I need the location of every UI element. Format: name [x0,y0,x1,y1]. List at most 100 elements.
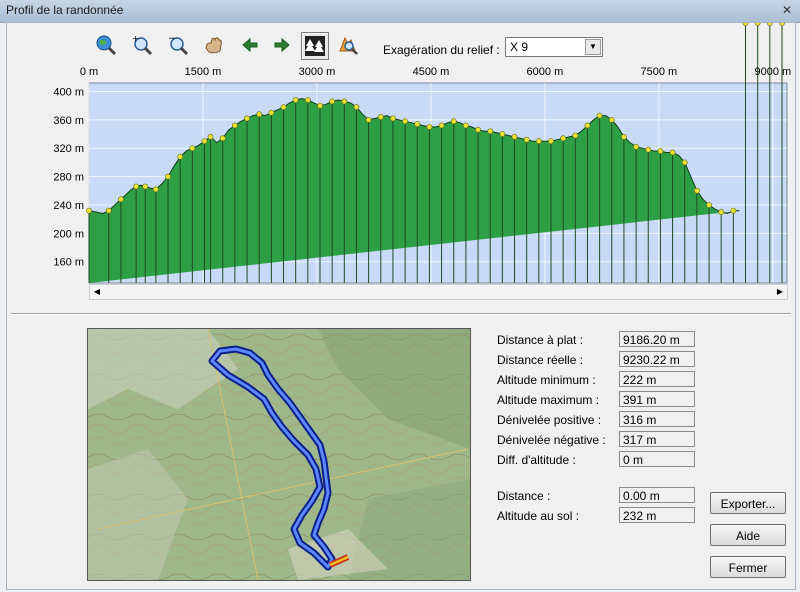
waypoint-marker [718,209,725,215]
waypoint-marker [365,116,372,123]
waypoint-marker [317,102,323,109]
stat-value: 391 m [619,391,695,407]
waypoint-marker [438,122,445,129]
stat-label: Distance réelle : [497,353,584,367]
waypoint-marker [219,135,226,142]
stat-value: 0 m [619,451,695,467]
waypoint-marker [377,114,384,120]
waypoint-marker [584,122,591,129]
waypoint-marker [165,173,171,180]
y-tick-label: 320 m [53,143,84,155]
waypoint-marker [523,136,530,143]
waypoint-marker [633,143,639,150]
y-tick-label: 240 m [53,200,84,212]
waypoint-marker [475,126,481,133]
waypoint-marker [511,134,518,140]
cursor-label: Altitude au sol : [497,509,580,523]
waypoint-marker [499,131,506,137]
cursor-label: Distance : [497,489,551,503]
waypoint-marker [548,138,554,145]
title-bar: Profil de la randonnée ✕ [0,0,800,23]
cursor-value: 232 m [619,507,695,523]
close-button[interactable]: Fermer [710,556,786,578]
waypoint-marker [402,118,408,125]
waypoint-marker [572,132,579,139]
stat-value: 9186.20 m [619,331,695,347]
track-map[interactable] [87,328,471,581]
waypoint-marker [645,146,652,153]
waypoint-marker [280,104,287,111]
y-tick-label: 280 m [53,172,84,184]
waypoint-marker [462,122,469,129]
x-tick-label: 0 m [80,66,98,78]
waypoint-marker [268,109,275,116]
waypoint-marker [177,153,184,160]
close-icon[interactable]: ✕ [780,3,794,17]
waypoint-marker [189,145,196,152]
stat-label: Diff. d'altitude : [497,453,576,467]
waypoint-marker [766,23,773,26]
scroll-right-icon[interactable]: ▶ [773,285,787,299]
window-title: Profil de la randonnée [6,3,124,17]
waypoint-marker [621,134,627,140]
waypoint-marker [487,128,494,135]
waypoint-marker [292,97,299,103]
waypoint-marker [608,116,615,123]
waypoint-marker [231,122,238,129]
scroll-left-icon[interactable]: ◀ [90,285,104,299]
stat-value: 317 m [619,431,695,447]
waypoint-marker [256,111,263,118]
waypoint-marker [133,183,140,190]
stat-label: Altitude maximum : [497,393,600,407]
waypoint-marker [754,23,761,26]
x-tick-label: 1500 m [185,66,222,78]
waypoint-marker [142,183,149,190]
waypoint-marker [596,112,603,119]
y-tick-label: 360 m [53,115,84,127]
waypoint-marker [742,23,749,26]
waypoint-marker [693,187,700,194]
profile-scrollbar[interactable]: ◀ ▶ [89,284,788,300]
dialog-body: + − Exagération du relief : X 9 ▼ 0 m 150… [6,22,796,590]
waypoint-marker [657,148,664,154]
waypoint-marker [152,186,159,193]
x-tick-label: 3000 m [299,66,336,78]
waypoint-marker [560,135,567,142]
stat-value: 316 m [619,411,695,427]
waypoint-marker [730,207,737,214]
stat-label: Altitude minimum : [497,373,596,387]
waypoint-marker [779,23,785,26]
help-button[interactable]: Aide [710,524,786,546]
stat-value: 222 m [619,371,695,387]
waypoint-marker [414,121,421,128]
waypoint-marker [304,97,311,103]
waypoint-marker [105,207,112,214]
elevation-profile-chart[interactable]: 0 m 1500 m 3000 m 4500 m 6000 m 7500 m 9000 m 4… [7,23,795,313]
waypoint-marker [353,104,360,111]
waypoint-marker [669,149,676,156]
cursor-value: 0.00 m [619,487,695,503]
waypoint-marker [426,124,433,130]
waypoint-marker [681,159,688,166]
stat-label: Dénivelée positive : [497,413,602,427]
x-tick-label: 4500 m [413,66,450,78]
stat-label: Distance à plat : [497,333,584,347]
waypoint-marker [118,196,124,203]
waypoint-marker [201,138,208,145]
waypoint-marker [390,115,396,122]
x-tick-label: 9000 m [755,66,792,78]
waypoint-marker [341,98,348,105]
waypoint-marker [207,134,214,140]
separator [11,313,791,315]
waypoint-marker [86,207,92,214]
y-tick-label: 200 m [53,228,84,240]
export-button[interactable]: Exporter... [710,492,786,514]
waypoint-marker [450,118,457,125]
x-tick-label: 7500 m [641,66,678,78]
stat-label: Dénivelée négative : [497,433,606,447]
waypoint-marker [706,202,712,208]
waypoint-marker [535,138,542,145]
x-tick-label: 6000 m [527,66,564,78]
y-tick-label: 400 m [53,87,84,99]
waypoint-marker [329,98,336,105]
